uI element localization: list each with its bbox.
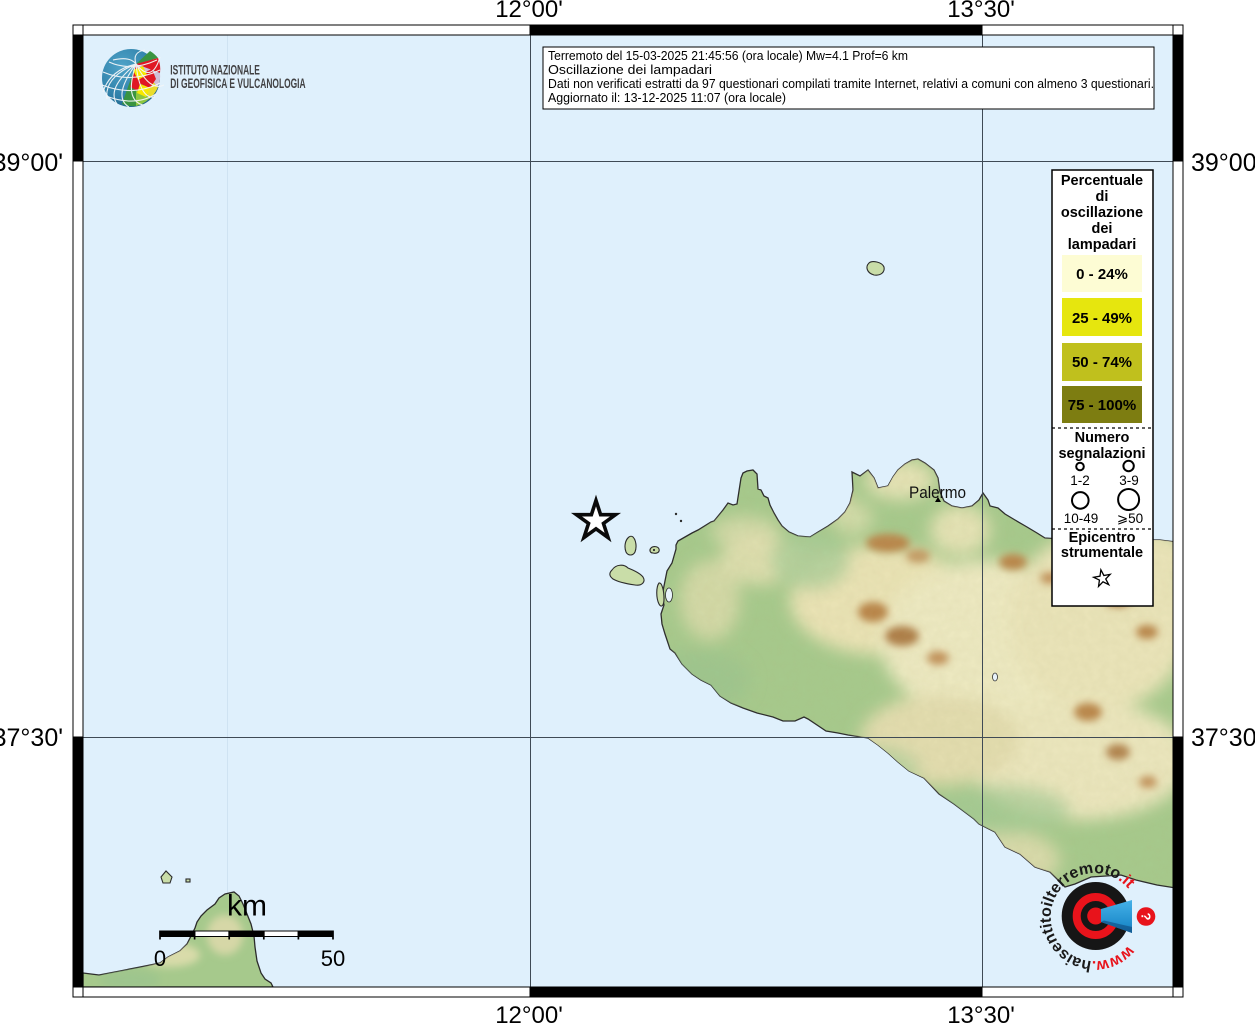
svg-text:strumentale: strumentale <box>1061 545 1143 561</box>
svg-text:3-9: 3-9 <box>1119 473 1139 488</box>
svg-text:37°30': 37°30' <box>1191 724 1255 752</box>
svg-text:Palermo: Palermo <box>909 484 966 502</box>
svg-text:?: ? <box>1139 913 1154 921</box>
svg-text:50 - 74%: 50 - 74% <box>1072 354 1132 371</box>
svg-text:Aggiornato il: 13-12-2025 11:0: Aggiornato il: 13-12-2025 11:07 (ora loc… <box>548 90 786 105</box>
svg-text:km: km <box>227 890 267 923</box>
svg-text:Percentuale: Percentuale <box>1061 173 1143 189</box>
svg-text:di: di <box>1096 189 1109 205</box>
svg-text:12°00': 12°00' <box>495 0 563 23</box>
svg-text:13°30': 13°30' <box>947 1002 1015 1024</box>
svg-text:50: 50 <box>321 946 345 971</box>
svg-text:25 - 49%: 25 - 49% <box>1072 310 1132 327</box>
svg-text:0 - 24%: 0 - 24% <box>1076 266 1128 283</box>
svg-text:Epicentro: Epicentro <box>1069 530 1136 546</box>
svg-text:0: 0 <box>154 946 166 971</box>
svg-text:oscillazione: oscillazione <box>1061 205 1143 221</box>
svg-text:Dati non verificati estratti d: Dati non verificati estratti da 97 quest… <box>548 76 1154 91</box>
svg-text:lampadari: lampadari <box>1068 237 1137 253</box>
svg-text:12°00': 12°00' <box>495 1002 563 1024</box>
svg-text:Numero: Numero <box>1075 430 1130 446</box>
svg-text:37°30': 37°30' <box>0 724 63 752</box>
svg-text:Terremoto del 15-03-2025 21:45: Terremoto del 15-03-2025 21:45:56 (ora l… <box>548 48 908 63</box>
svg-text:10-49: 10-49 <box>1064 511 1099 526</box>
svg-text:13°30': 13°30' <box>947 0 1015 23</box>
svg-text:39°00': 39°00' <box>0 149 63 177</box>
svg-text:1-2: 1-2 <box>1070 473 1090 488</box>
svg-text:39°00': 39°00' <box>1191 149 1255 177</box>
svg-text:dei: dei <box>1092 221 1113 237</box>
svg-text:segnalazioni: segnalazioni <box>1058 446 1145 462</box>
svg-text:⩾50: ⩾50 <box>1117 511 1143 526</box>
svg-text:75 - 100%: 75 - 100% <box>1068 397 1136 414</box>
svg-text:Oscillazione dei lampadari: Oscillazione dei lampadari <box>548 62 712 77</box>
svg-text:DI GEOFISICA E VULCANOLOGIA: DI GEOFISICA E VULCANOLOGIA <box>170 76 305 91</box>
